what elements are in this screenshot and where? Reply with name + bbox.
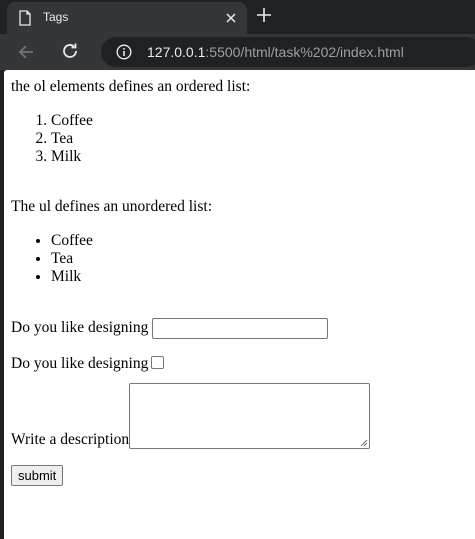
checkbox-label: Do you like designing (11, 355, 149, 372)
browser-toolbar: 127.0.0.1:5500/html/task%202/index.html (0, 34, 475, 70)
document-icon (19, 10, 31, 26)
list-item: Coffee (51, 112, 475, 130)
list-item: Milk (51, 148, 475, 166)
designing-text-input[interactable] (152, 318, 329, 339)
unordered-list-intro: The ul defines an unordered list: (11, 198, 213, 215)
reload-icon[interactable] (61, 42, 79, 60)
address-bar[interactable]: 127.0.0.1:5500/html/task%202/index.html (101, 37, 475, 67)
description-textarea[interactable] (129, 383, 371, 449)
text-field-label: Do you like designing (11, 319, 149, 337)
textarea-label: Write a description (11, 431, 130, 448)
new-tab-icon[interactable] (257, 8, 271, 22)
tab-strip: Tags (0, 0, 475, 34)
submit-row: submit (11, 465, 475, 486)
designing-checkbox[interactable] (151, 356, 165, 369)
page-content: the ol elements defines an ordered list:… (4, 70, 475, 486)
browser-tab[interactable]: Tags (7, 2, 247, 34)
submit-button[interactable]: submit (11, 465, 64, 486)
list-item: Coffee (51, 232, 475, 250)
close-icon[interactable] (225, 12, 237, 24)
list-item: Tea (51, 250, 475, 268)
url-host: 127.0.0.1 (147, 44, 206, 60)
info-icon[interactable] (116, 44, 132, 60)
text-field-row: Do you like designing (11, 318, 475, 339)
ordered-list-intro: the ol elements defines an ordered list: (11, 78, 251, 95)
list-item: Tea (51, 130, 475, 148)
design-form: Do you like designing Do you like design… (11, 318, 475, 486)
page-viewport: the ol elements defines an ordered list:… (4, 70, 475, 539)
ordered-list: Coffee Tea Milk (11, 112, 475, 166)
checkbox-row: Do you like designing (11, 355, 475, 373)
back-arrow-icon[interactable] (17, 43, 35, 61)
tab-title: Tags (43, 10, 69, 24)
textarea-row: Write a description (11, 383, 475, 449)
unordered-list: Coffee Tea Milk (11, 232, 475, 286)
resize-grip-icon[interactable] (360, 439, 368, 447)
url-path: :5500/html/task%202/index.html (205, 44, 404, 60)
list-item: Milk (51, 268, 475, 286)
url-text: 127.0.0.1:5500/html/task%202/index.html (147, 44, 404, 60)
